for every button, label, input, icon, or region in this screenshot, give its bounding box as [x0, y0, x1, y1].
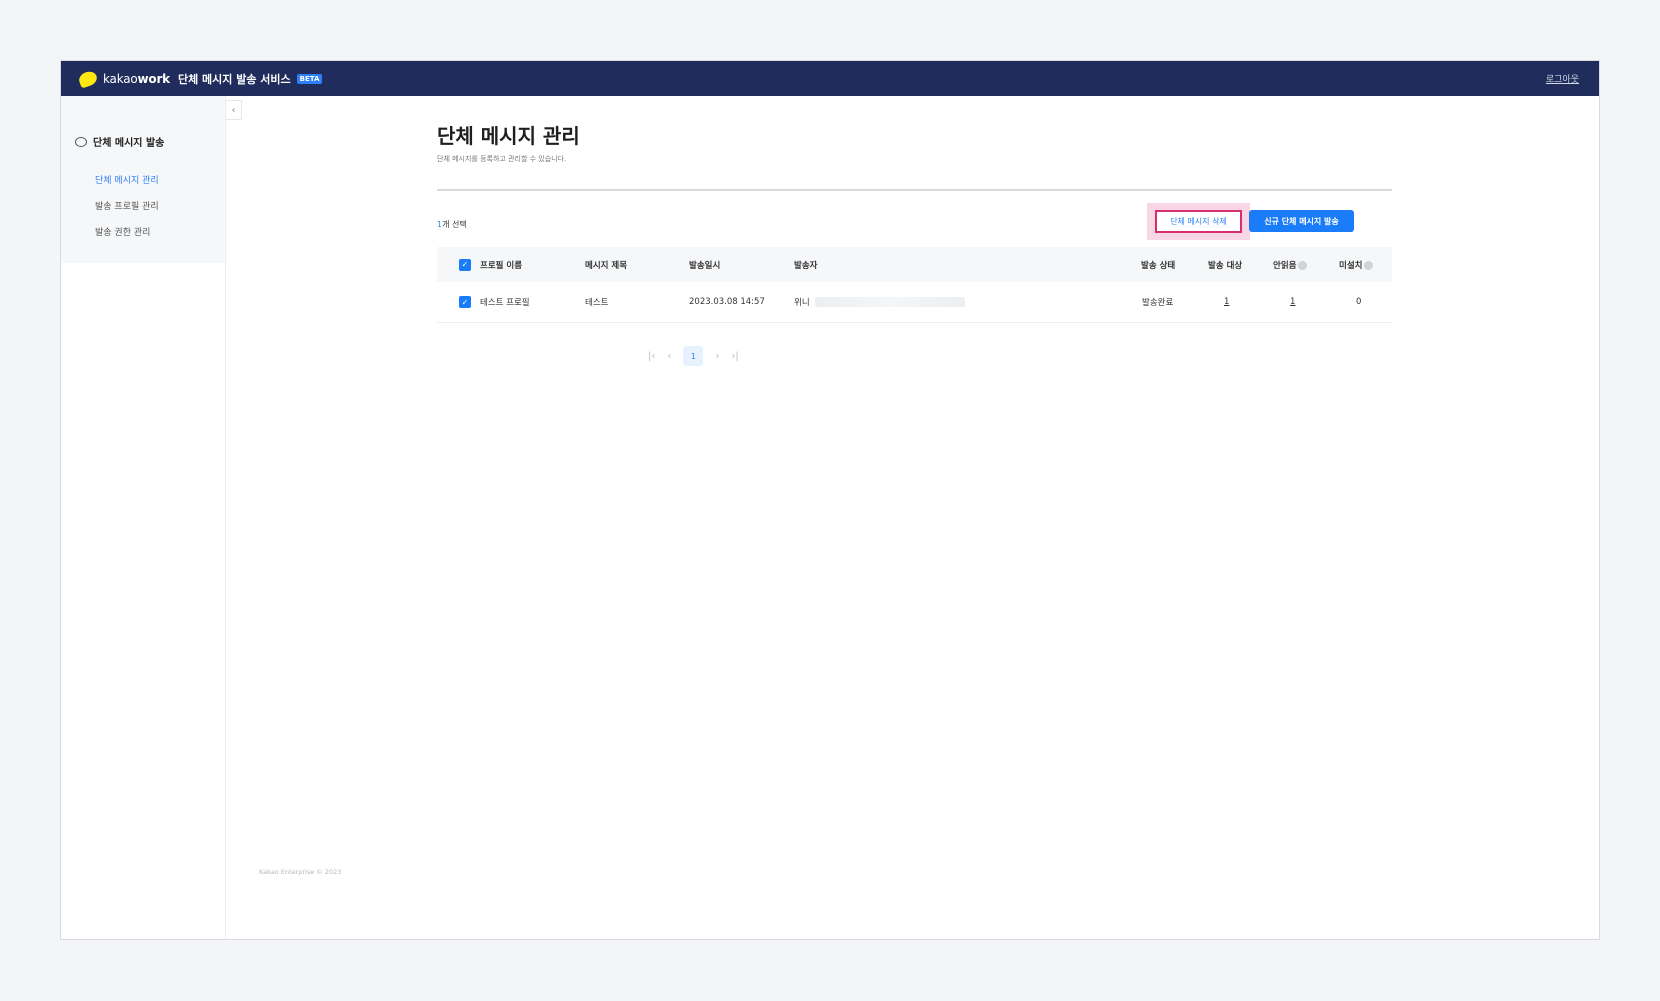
redacted-sender-info [815, 297, 965, 307]
cell-message-title: 테스트 [585, 298, 609, 308]
beta-badge: BETA [296, 73, 323, 84]
app-window: kakaowork 단체 메시지 발송 서비스 BETA 로그아웃 단체 메시지… [60, 60, 1600, 940]
kakao-logo-icon [77, 68, 99, 89]
col-targets: 발송 대상 [1208, 260, 1243, 271]
last-page-icon[interactable]: ›| [731, 351, 738, 362]
cell-not-installed: 0 [1356, 297, 1362, 307]
delete-message-button[interactable]: 단체 메시지 삭제 [1155, 210, 1242, 233]
logout-link[interactable]: 로그아웃 [1546, 72, 1579, 85]
top-navigation-bar: kakaowork 단체 메시지 발송 서비스 BETA 로그아웃 [61, 61, 1599, 96]
next-page-icon[interactable]: › [715, 351, 719, 362]
sidebar-panel: 단체 메시지 발송 단체 메시지 관리 발송 프로필 관리 발송 권한 관리 [61, 96, 225, 263]
page-description: 단체 메시지를 등록하고 관리할 수 있습니다. [437, 155, 567, 163]
first-page-icon[interactable]: |‹ [648, 351, 655, 362]
col-profile-name: 프로필 이름 [480, 260, 523, 271]
logo-text: kakaowork [103, 71, 170, 86]
row-checkbox[interactable]: ✓ [459, 296, 471, 308]
col-sender: 발송자 [794, 260, 818, 271]
sidebar-section-title: 단체 메시지 발송 [93, 138, 165, 149]
main-content: 단체 메시지 관리 단체 메시지를 등록하고 관리할 수 있습니다. 1개 선택… [226, 96, 1599, 939]
title-divider [437, 189, 1392, 191]
new-message-button[interactable]: 신규 단체 메시지 발송 [1249, 210, 1354, 232]
page-number-current[interactable]: 1 [683, 346, 704, 366]
sidebar-item-message-management[interactable]: 단체 메시지 관리 [95, 173, 159, 186]
prev-page-icon[interactable]: ‹ [667, 351, 671, 362]
sidebar: 단체 메시지 발송 단체 메시지 관리 발송 프로필 관리 발송 권한 관리 [61, 96, 226, 939]
table-row[interactable]: ✓ 테스트 프로필 테스트 2023.03.08 14:57 위니 발송완료 1… [437, 282, 1392, 323]
cell-targets-link[interactable]: 1 [1224, 297, 1229, 307]
select-all-checkbox[interactable]: ✓ [459, 258, 471, 271]
page-title: 단체 메시지 관리 [437, 124, 580, 148]
col-message-title: 메시지 제목 [585, 260, 628, 271]
cell-status: 발송완료 [1142, 298, 1174, 308]
cell-profile-name: 테스트 프로필 [480, 298, 530, 308]
col-not-installed: 미설치 [1339, 259, 1374, 271]
table-header: ✓ 프로필 이름 메시지 제목 발송일시 발송자 발송 상태 발송 대상 안읽음… [437, 247, 1392, 282]
kakaowork-logo[interactable]: kakaowork [77, 68, 170, 89]
col-sent-at: 발송일시 [689, 260, 721, 271]
cell-sender: 위니 [794, 298, 810, 308]
sidebar-item-permission-management[interactable]: 발송 권한 관리 [95, 225, 150, 238]
message-table: ✓ 프로필 이름 메시지 제목 발송일시 발송자 발송 상태 발송 대상 안읽음… [437, 247, 1392, 323]
info-icon[interactable] [1364, 260, 1374, 270]
sidebar-section-header[interactable]: 단체 메시지 발송 [75, 134, 164, 149]
cell-sent-at: 2023.03.08 14:57 [689, 297, 765, 307]
col-unread: 안읽음 [1273, 259, 1308, 271]
chat-bubble-icon [75, 136, 87, 147]
pagination: |‹ ‹ 1 › ›| [648, 346, 739, 366]
info-icon[interactable] [1298, 260, 1308, 270]
footer-copyright: Kakao Enterprise © 2023 [259, 868, 342, 876]
service-title: 단체 메시지 발송 서비스 [177, 72, 291, 86]
sidebar-item-profile-management[interactable]: 발송 프로필 관리 [95, 199, 159, 212]
selected-count: 1개 선택 [437, 220, 467, 229]
col-status: 발송 상태 [1141, 260, 1176, 271]
cell-unread-link[interactable]: 1 [1290, 297, 1295, 307]
